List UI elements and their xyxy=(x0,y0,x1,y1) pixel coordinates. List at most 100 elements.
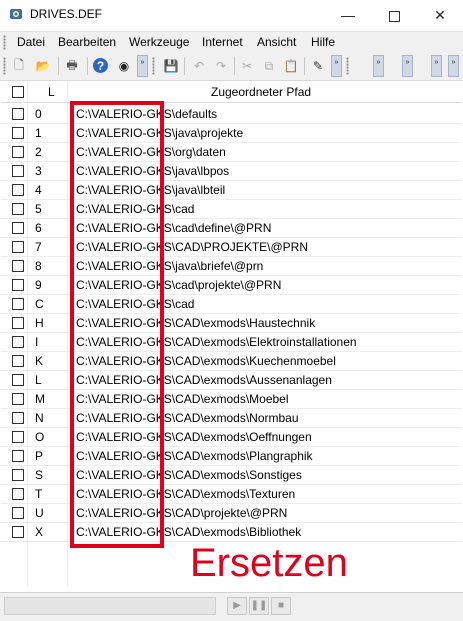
row-checkbox[interactable] xyxy=(12,355,24,367)
row-checkbox[interactable] xyxy=(12,450,24,462)
row-checkbox[interactable] xyxy=(12,431,24,443)
toolbar-grip[interactable] xyxy=(152,57,155,75)
row-checkbox[interactable] xyxy=(12,146,24,158)
status-panel xyxy=(4,597,216,615)
new-file-icon[interactable]: 🗋 xyxy=(10,57,28,75)
drive-letter-cell: 6 xyxy=(35,221,42,235)
menu-bearbeiten[interactable]: Bearbeiten xyxy=(58,35,116,49)
toolbar-overflow-button[interactable]: » xyxy=(373,55,384,77)
toolbar: 🗋 📂 🖶 ? ◉ » 💾 ↶ ↷ ✂ ⧉ 📋 ✎ » » » » » xyxy=(0,52,463,81)
row-checkbox[interactable] xyxy=(12,526,24,538)
menu-internet[interactable]: Internet xyxy=(202,35,243,49)
row-checkbox[interactable] xyxy=(12,488,24,500)
preview-icon[interactable]: ◉ xyxy=(115,57,133,75)
menu-ansicht[interactable]: Ansicht xyxy=(257,35,296,49)
column-header-l[interactable]: L xyxy=(48,82,55,102)
drive-letter-cell: 1 xyxy=(35,126,42,140)
play-icon[interactable]: ▶ xyxy=(227,597,247,615)
annotation-text: Ersetzen xyxy=(190,541,348,585)
drive-letter-cell: O xyxy=(35,430,45,444)
undo-icon[interactable]: ↶ xyxy=(190,57,208,75)
row-checkbox[interactable] xyxy=(12,412,24,424)
drive-letter-cell: 5 xyxy=(35,202,42,216)
row-checkbox[interactable] xyxy=(12,241,24,253)
toolbar-separator xyxy=(184,57,185,75)
drive-letter-cell: P xyxy=(35,449,44,463)
maximize-button[interactable] xyxy=(371,0,417,30)
drive-letter-cell: C xyxy=(35,297,44,311)
row-checkbox[interactable] xyxy=(12,393,24,405)
menu-werkzeuge[interactable]: Werkzeuge xyxy=(129,35,189,49)
drive-letter-cell: M xyxy=(35,392,45,406)
toolbar-separator xyxy=(58,57,59,75)
cut-icon[interactable]: ✂ xyxy=(238,57,256,75)
app-icon xyxy=(10,9,22,19)
drive-letter-cell: X xyxy=(35,525,44,539)
paste-icon[interactable]: 📋 xyxy=(282,57,300,75)
toolbar-overflow-button[interactable]: » xyxy=(402,55,413,77)
row-checkbox[interactable] xyxy=(12,298,24,310)
toolbar-grip[interactable] xyxy=(346,57,349,75)
menu-datei[interactable]: Datei xyxy=(17,35,45,49)
row-checkbox[interactable] xyxy=(12,184,24,196)
row-checkbox[interactable] xyxy=(12,374,24,386)
column-header-path[interactable]: Zugeordneter Pfad xyxy=(211,82,311,102)
toolbar-overflow-button[interactable]: » xyxy=(431,55,442,77)
drive-letter-cell: 7 xyxy=(35,240,42,254)
menu-hilfe[interactable]: Hilfe xyxy=(311,35,335,49)
drive-letter-cell: H xyxy=(35,316,44,330)
menu-grip[interactable] xyxy=(3,35,6,50)
toolbar-overflow-button[interactable]: » xyxy=(448,55,459,77)
close-button[interactable]: ✕ xyxy=(417,0,463,30)
toolbar-overflow-button[interactable]: » xyxy=(331,55,342,77)
row-checkbox[interactable] xyxy=(12,127,24,139)
status-bar: ▶ ❚❚ ■ xyxy=(0,592,463,621)
drive-letter-cell: I xyxy=(35,335,39,349)
row-checkbox[interactable] xyxy=(12,469,24,481)
drive-letter-cell: 4 xyxy=(35,183,42,197)
copy-icon[interactable]: ⧉ xyxy=(260,57,278,75)
save-icon[interactable]: 💾 xyxy=(162,57,180,75)
row-checkbox[interactable] xyxy=(12,222,24,234)
edit-icon[interactable]: ✎ xyxy=(309,57,327,75)
drive-letter-cell: 9 xyxy=(35,278,42,292)
row-checkbox[interactable] xyxy=(12,336,24,348)
stop-icon[interactable]: ■ xyxy=(271,597,291,615)
drive-letter-cell: 8 xyxy=(35,259,42,273)
row-checkbox[interactable] xyxy=(12,317,24,329)
open-folder-icon[interactable]: 📂 xyxy=(34,57,52,75)
drive-letter-cell: T xyxy=(35,487,43,501)
toolbar-separator xyxy=(234,57,235,75)
drive-letter-cell: 3 xyxy=(35,164,42,178)
toolbar-separator xyxy=(87,57,88,75)
drive-letter-cell: 0 xyxy=(35,107,42,121)
table-header: L Zugeordneter Pfad xyxy=(1,82,462,103)
row-checkbox[interactable] xyxy=(12,279,24,291)
window-title: DRIVES.DEF xyxy=(30,7,103,21)
print-icon[interactable]: 🖶 xyxy=(63,57,81,75)
toolbar-overflow-button[interactable]: » xyxy=(137,55,148,77)
drive-letter-cell: S xyxy=(35,468,44,482)
row-checkbox[interactable] xyxy=(12,203,24,215)
drive-letter-cell: K xyxy=(35,354,44,368)
row-checkbox[interactable] xyxy=(12,507,24,519)
redo-icon[interactable]: ↷ xyxy=(212,57,230,75)
row-checkbox[interactable] xyxy=(12,108,24,120)
drive-letter-cell: U xyxy=(35,506,44,520)
drive-letter-cell: 2 xyxy=(35,145,42,159)
close-icon: ✕ xyxy=(434,7,446,23)
drive-letter-cell: N xyxy=(35,411,44,425)
toolbar-separator xyxy=(304,57,305,75)
highlight-box xyxy=(70,101,164,548)
select-all-checkbox[interactable] xyxy=(12,86,24,98)
drive-letter-cell: L xyxy=(35,373,42,387)
menu-bar: Datei Bearbeiten Werkzeuge Internet Ansi… xyxy=(0,31,463,52)
maximize-icon xyxy=(388,10,400,22)
row-checkbox[interactable] xyxy=(12,260,24,272)
minimize-button[interactable]: — xyxy=(325,0,371,30)
row-checkbox[interactable] xyxy=(12,165,24,177)
help-icon[interactable]: ? xyxy=(93,58,108,73)
title-bar: DRIVES.DEF — ✕ xyxy=(0,0,463,30)
toolbar-grip[interactable] xyxy=(3,57,6,75)
pause-icon[interactable]: ❚❚ xyxy=(249,597,269,615)
